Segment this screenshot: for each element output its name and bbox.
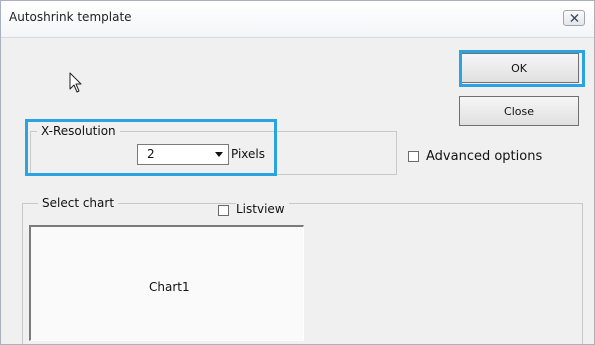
x-resolution-combobox[interactable]: 2: [137, 144, 229, 165]
listview-checkbox[interactable]: [218, 205, 229, 216]
advanced-options-label[interactable]: Advanced options: [426, 149, 542, 164]
pixels-unit-label: Pixels: [231, 147, 266, 161]
title-bar: Autoshrink template: [1, 1, 594, 38]
close-x-icon: [570, 14, 579, 22]
advanced-options-checkbox[interactable]: [408, 151, 419, 162]
select-chart-legend: Select chart: [38, 196, 119, 210]
window-close-button[interactable]: [563, 10, 585, 26]
x-resolution-legend: X-Resolution: [37, 124, 120, 138]
chart-list-item[interactable]: Chart1: [149, 280, 190, 294]
listview-label[interactable]: Listview: [236, 202, 289, 216]
close-button[interactable]: Close: [459, 96, 579, 126]
dropdown-arrow-icon[interactable]: [215, 152, 223, 157]
ok-button[interactable]: OK: [459, 53, 579, 83]
autoshrink-dialog: Autoshrink template OK Close X-Resolutio…: [0, 0, 595, 345]
chart-list-panel[interactable]: Chart1: [29, 225, 304, 341]
x-resolution-value: 2: [147, 147, 155, 161]
window-title: Autoshrink template: [9, 10, 132, 24]
arrow-cursor-icon: [69, 72, 82, 93]
